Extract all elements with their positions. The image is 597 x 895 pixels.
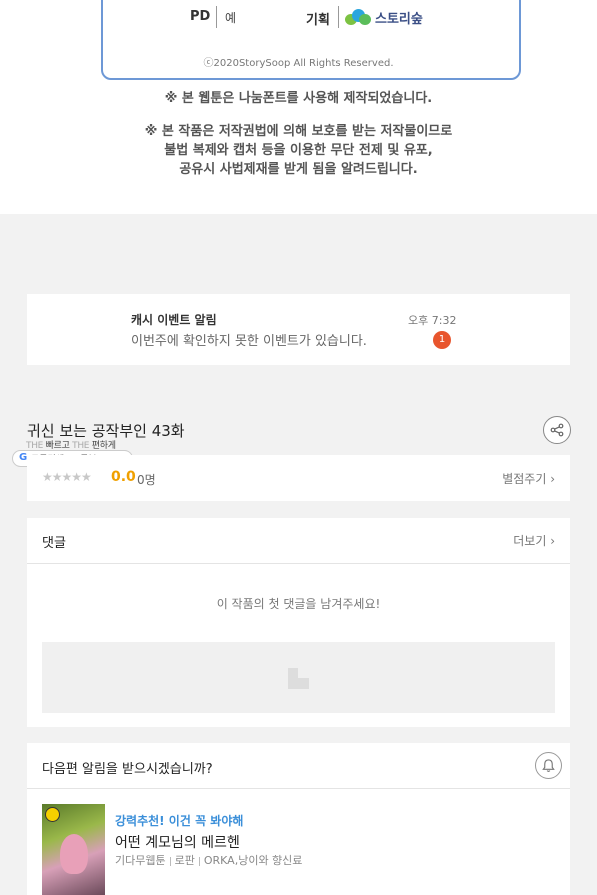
storysoop-logo: 스토리숲	[345, 7, 423, 27]
next-episode-alarm-section: 다음편 알림을 받으시겠습니까? 강력추천! 이건 꼭 봐야해 어떤 계모님의 …	[27, 743, 570, 895]
rating-bar: ★★★★★ 0.0 0명 별점주기 ›	[27, 455, 570, 501]
rating-count: 0명	[137, 473, 156, 487]
cloud-logo-icon	[345, 9, 371, 25]
alarm-bell-button[interactable]	[535, 752, 562, 779]
event-message: 이번주에 확인하지 못한 이벤트가 있습니다.	[131, 334, 367, 349]
credit-separator	[216, 6, 217, 28]
clock-icon	[45, 807, 60, 822]
event-title: 캐시 이벤트 알림	[131, 313, 217, 327]
divider	[27, 788, 570, 789]
rate-button[interactable]: 별점주기 ›	[502, 470, 555, 487]
cash-event-notification[interactable]: 캐시 이벤트 알림 이번주에 확인하지 못한 이벤트가 있습니다. 오후 7:3…	[27, 294, 570, 365]
copyright-text: ⓒ2020StorySoop All Rights Reserved.	[203, 58, 394, 69]
event-count-badge: 1	[433, 331, 451, 349]
divider	[27, 563, 570, 564]
recommend-title[interactable]: 어떤 계모님의 메르헨	[115, 832, 240, 852]
comments-section: 댓글 더보기 › 이 작품의 첫 댓글을 남겨주세요!	[27, 518, 570, 727]
rating-score: 0.0	[111, 469, 136, 485]
comment-input-box[interactable]	[42, 642, 555, 713]
credit-pd-label: PD	[190, 9, 211, 24]
google-icon: G	[19, 452, 28, 463]
font-notice: ※ 본 웹툰은 나눔폰트를 사용해 제작되었습니다.	[164, 91, 433, 106]
event-time: 오후 7:32	[408, 314, 457, 327]
comments-empty-message: 이 작품의 첫 댓글을 남겨주세요!	[216, 597, 381, 611]
rating-stars: ★★★★★	[42, 470, 92, 484]
recommend-tag: 강력추천! 이건 꼭 봐야해	[115, 814, 244, 828]
credit-pd-value: 예	[225, 11, 237, 25]
credit-plan-label: 기획	[306, 13, 330, 28]
image-placeholder-icon	[288, 668, 309, 689]
bell-icon	[542, 759, 555, 772]
alarm-question: 다음편 알림을 받으시겠습니까?	[42, 762, 213, 777]
credits-area: PD 예 기획 스토리숲 ⓒ2020StorySoop All Rights R…	[0, 0, 597, 214]
comments-heading: 댓글	[42, 536, 66, 551]
credit-separator	[338, 6, 339, 28]
recommend-meta: 기다무웹툰 로판 ORKA,낭이와 향신료	[115, 854, 303, 867]
comments-more-button[interactable]: 더보기 ›	[513, 532, 555, 549]
recommend-thumbnail[interactable]	[42, 804, 105, 895]
share-button[interactable]	[543, 416, 571, 444]
copyright-notice: ※ 본 작품은 저작권법에 의해 보호를 받는 저작물이므로 불법 복제와 캡처…	[144, 124, 453, 177]
share-icon	[550, 423, 564, 437]
